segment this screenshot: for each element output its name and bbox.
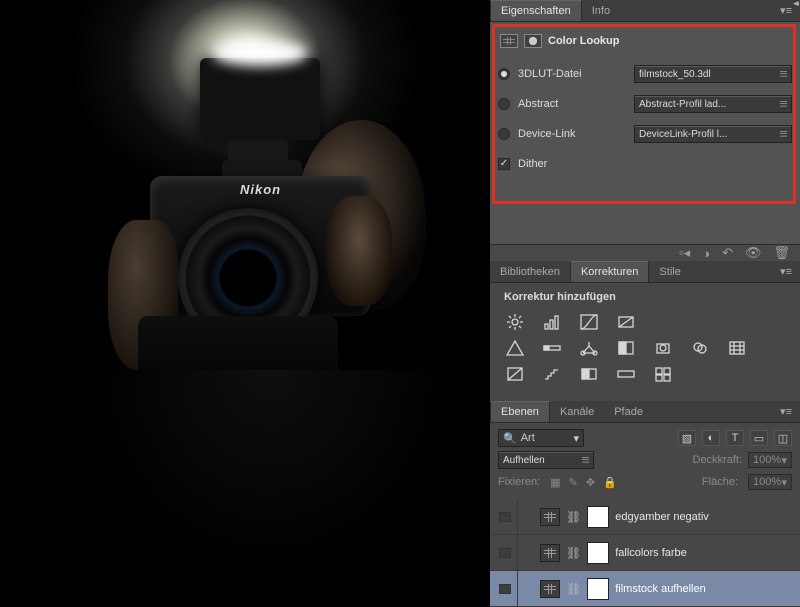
fill-value[interactable]: 100%▾ (748, 474, 792, 490)
radio-devicelink[interactable] (498, 128, 510, 140)
lock-all-icon[interactable]: 🔒 (603, 476, 617, 489)
mask-thumb[interactable] (587, 506, 609, 528)
add-correction-label: Korrektur hinzufügen (504, 291, 786, 303)
right-panel-column: Eigenschaften Info ▾≡ Color Lookup 3DLUT… (490, 0, 800, 600)
adjustment-thumb-icon (540, 544, 560, 562)
label-abstract: Abstract (518, 98, 634, 110)
corrections-flyout-menu[interactable]: ▾≡ (772, 261, 800, 282)
filter-type-icon[interactable]: T (726, 430, 744, 446)
tab-kanaele[interactable]: Kanäle (550, 402, 604, 422)
adj-posterize-icon[interactable] (541, 365, 562, 383)
layer-name[interactable]: filmstock aufhellen (615, 583, 706, 595)
adj-color-lookup-icon[interactable] (726, 339, 747, 357)
tab-korrekturen[interactable]: Korrekturen (570, 261, 649, 282)
view-previous-state-icon[interactable]: ◑ (702, 246, 710, 261)
corrections-body: Korrektur hinzufügen (490, 282, 800, 401)
label-dither: Dither (518, 158, 634, 170)
adj-bw-icon[interactable] (615, 339, 636, 357)
trash-icon[interactable]: 🗑 (773, 245, 790, 261)
tab-ebenen[interactable]: Ebenen (490, 401, 550, 422)
radio-3dlut[interactable] (498, 68, 510, 80)
layers-controls: 🔍 Art ▾ ▧ ◐ T ▭ ◫ Aufhellen Deckkraft: 1… (490, 422, 800, 497)
dropdown-devicelink-profile[interactable]: DeviceLink-Profil l... (634, 125, 792, 143)
properties-title: Color Lookup (548, 35, 620, 47)
adj-brightness-icon[interactable] (504, 313, 525, 331)
mask-icon[interactable] (524, 34, 542, 48)
tab-info[interactable]: Info (582, 1, 620, 21)
search-icon: 🔍 (503, 432, 517, 445)
adjustment-thumb-icon (540, 508, 560, 526)
radio-abstract[interactable] (498, 98, 510, 110)
opacity-value[interactable]: 100%▾ (748, 452, 792, 468)
layers-list: ⛓ edgyamber negativ ⛓ fallcolors farbe ⛓… (490, 497, 800, 607)
adj-selective-color-icon[interactable] (652, 365, 673, 383)
filter-adjust-icon[interactable]: ◐ (702, 430, 720, 446)
adj-vibrance-icon[interactable] (504, 339, 525, 357)
link-mask-icon[interactable]: ⛓ (566, 546, 581, 560)
dropdown-abstract-profile[interactable]: Abstract-Profil lad... (634, 95, 792, 113)
adj-hue-icon[interactable] (541, 339, 562, 357)
opacity-label: Deckkraft: (693, 454, 743, 466)
link-mask-icon[interactable]: ⛓ (566, 510, 581, 524)
properties-tabs: Eigenschaften Info ▾≡ (490, 0, 800, 21)
adj-curves-icon[interactable] (578, 313, 599, 331)
adj-levels-icon[interactable] (541, 313, 562, 331)
toggle-visibility-icon[interactable]: 👁 (745, 245, 762, 261)
layer-name[interactable]: fallcolors farbe (615, 547, 687, 559)
label-3dlut: 3DLUT-Datei (518, 68, 634, 80)
lock-transparent-icon[interactable]: ▦ (550, 476, 560, 489)
lock-label: Fixieren: (498, 476, 540, 488)
dropdown-3dlut-file[interactable]: filmstock_50.3dl (634, 65, 792, 83)
lock-pixels-icon[interactable]: ✎ (569, 476, 578, 489)
clip-to-layer-icon[interactable]: ▫◂ (679, 245, 690, 261)
checkbox-dither[interactable] (498, 158, 510, 170)
document-canvas[interactable]: Nikon (0, 0, 490, 600)
lut-grid-icon (500, 34, 518, 48)
adj-invert-icon[interactable] (504, 365, 525, 383)
layer-name[interactable]: edgyamber negativ (615, 511, 709, 523)
layer-row[interactable]: ⛓ edgyamber negativ (490, 499, 800, 535)
adj-channel-mixer-icon[interactable] (689, 339, 710, 357)
label-devicelink: Device-Link (518, 128, 634, 140)
layer-row[interactable]: ⛓ fallcolors farbe (490, 535, 800, 571)
fill-label: Fläche: (702, 476, 738, 488)
photo-brand-label: Nikon (240, 182, 281, 197)
link-mask-icon[interactable]: ⛓ (566, 582, 581, 596)
properties-body: Color Lookup 3DLUT-Datei filmstock_50.3d… (490, 21, 800, 244)
tab-stile[interactable]: Stile (649, 262, 690, 282)
adj-gradient-map-icon[interactable] (615, 365, 636, 383)
layer-row[interactable]: ⛓ filmstock aufhellen (490, 571, 800, 607)
blend-mode-dropdown[interactable]: Aufhellen (498, 451, 594, 469)
adj-exposure-icon[interactable] (615, 313, 636, 331)
adjustment-thumb-icon (540, 580, 560, 598)
visibility-toggle[interactable] (499, 584, 511, 594)
mask-thumb[interactable] (587, 542, 609, 564)
adj-threshold-icon[interactable] (578, 365, 599, 383)
properties-footer: ▫◂ ◑ ↶ 👁 🗑 (490, 244, 800, 261)
filter-smart-icon[interactable]: ◫ (774, 430, 792, 446)
mask-thumb[interactable] (587, 578, 609, 600)
filter-shape-icon[interactable]: ▭ (750, 430, 768, 446)
tab-eigenschaften[interactable]: Eigenschaften (490, 0, 582, 21)
tab-bibliotheken[interactable]: Bibliotheken (490, 262, 570, 282)
adj-color-balance-icon[interactable] (578, 339, 599, 357)
visibility-toggle[interactable] (499, 512, 511, 522)
layers-tabs: Ebenen Kanäle Pfade ▾≡ (490, 401, 800, 422)
visibility-toggle[interactable] (499, 548, 511, 558)
corrections-tabs: Bibliotheken Korrekturen Stile ▾≡ (490, 261, 800, 282)
layers-flyout-menu[interactable]: ▾≡ (772, 401, 800, 422)
adj-photo-filter-icon[interactable] (652, 339, 673, 357)
filter-pixel-icon[interactable]: ▧ (678, 430, 696, 446)
layer-filter-type[interactable]: 🔍 Art ▾ (498, 429, 584, 447)
lock-position-icon[interactable]: ✥ (586, 476, 595, 489)
tab-pfade[interactable]: Pfade (604, 402, 653, 422)
photo-flash (200, 58, 320, 140)
reset-icon[interactable]: ↶ (722, 245, 733, 261)
